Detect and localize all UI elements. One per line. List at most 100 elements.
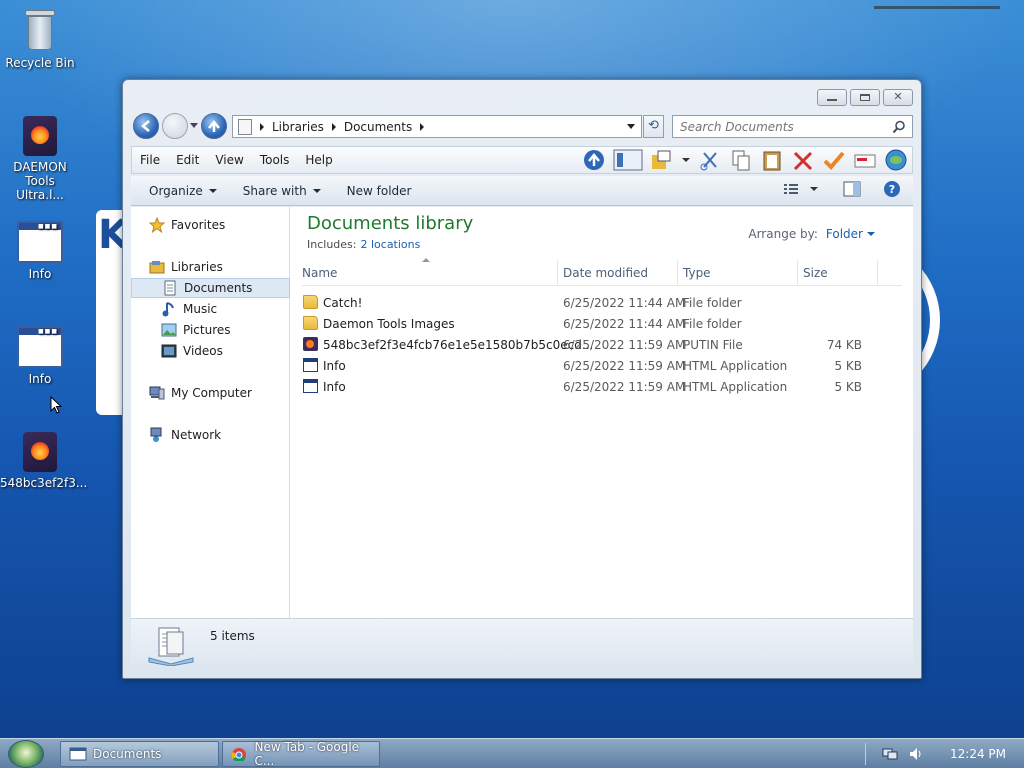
volume-icon[interactable] xyxy=(908,746,924,762)
globe-icon[interactable] xyxy=(884,149,908,171)
network-status-icon[interactable] xyxy=(882,746,898,762)
up-button[interactable] xyxy=(201,113,227,139)
breadcrumb: Libraries Documents xyxy=(252,116,432,137)
close-button[interactable]: ✕ xyxy=(883,89,913,106)
breadcrumb-libraries[interactable]: Libraries xyxy=(272,120,324,134)
refresh-button[interactable]: ⟲ xyxy=(643,115,664,138)
checkmark-icon[interactable] xyxy=(822,149,846,171)
chevron-right-icon[interactable] xyxy=(260,122,264,131)
nav-libraries[interactable]: Libraries xyxy=(131,257,290,277)
chevron-down-icon[interactable] xyxy=(867,232,875,236)
address-bar[interactable]: Libraries Documents xyxy=(232,115,642,138)
file-size: 5 KB xyxy=(834,380,862,394)
delete-icon[interactable] xyxy=(791,149,815,171)
taskbar-item-documents[interactable]: Documents xyxy=(60,741,219,767)
file-name: Info xyxy=(323,359,346,373)
preview-pane-icon[interactable] xyxy=(843,181,861,197)
arrange-by-label: Arrange by: xyxy=(748,227,818,241)
properties-icon[interactable] xyxy=(853,149,877,171)
menu-bar: File Edit View Tools Help xyxy=(131,146,913,174)
chevron-right-icon[interactable] xyxy=(420,122,425,131)
html-app-icon xyxy=(303,379,318,393)
file-type: PUTIN File xyxy=(683,338,743,352)
new-folder-button[interactable]: New folder xyxy=(339,184,420,198)
breadcrumb-documents[interactable]: Documents xyxy=(344,120,412,134)
command-bar: Organize Share with New folder ? xyxy=(131,176,913,206)
folders-pane-icon[interactable] xyxy=(613,149,643,171)
views-dropdown-icon[interactable] xyxy=(681,149,691,171)
maximize-button[interactable] xyxy=(850,89,880,106)
nav-documents[interactable]: Documents xyxy=(131,278,290,298)
column-name[interactable]: Name xyxy=(302,266,337,280)
forward-button[interactable] xyxy=(162,113,188,139)
up-folder-icon[interactable] xyxy=(582,149,606,171)
library-includes: Includes: 2 locations xyxy=(307,238,420,251)
file-row[interactable]: Catch! 6/25/2022 11:44 AM File folder xyxy=(302,292,902,313)
html-app-icon xyxy=(303,358,318,372)
mouse-cursor-icon xyxy=(50,396,63,414)
arrow-left-icon xyxy=(141,120,150,132)
desktop-icon-daemon-tools[interactable]: DAEMON Tools Ultra.l... xyxy=(0,116,80,202)
folder-options-icon[interactable] xyxy=(650,149,674,171)
help-icon[interactable]: ? xyxy=(883,180,901,198)
app-file-icon xyxy=(303,337,318,351)
menu-file[interactable]: File xyxy=(132,153,168,167)
html-app-icon: ■■■ xyxy=(17,221,63,263)
file-row[interactable]: Info 6/25/2022 11:59 AM HTML Application… xyxy=(302,355,902,376)
desktop-bar-decoration xyxy=(874,6,1000,9)
nav-pictures-label: Pictures xyxy=(183,323,231,337)
address-dropdown-icon[interactable] xyxy=(627,124,635,129)
file-date: 6/25/2022 11:59 AM xyxy=(563,359,686,373)
arrange-by-dropdown[interactable]: Folder xyxy=(826,227,863,241)
paste-icon[interactable] xyxy=(760,149,784,171)
recycle-bin-icon xyxy=(23,8,57,52)
view-list-icon[interactable] xyxy=(783,182,799,196)
start-button[interactable] xyxy=(8,740,44,768)
chevron-right-icon[interactable] xyxy=(331,122,336,131)
column-divider[interactable] xyxy=(677,260,678,286)
menu-help[interactable]: Help xyxy=(297,153,340,167)
chevron-down-icon[interactable] xyxy=(809,184,819,194)
nav-pictures[interactable]: Pictures xyxy=(131,320,290,340)
menu-view[interactable]: View xyxy=(207,153,251,167)
minimize-button[interactable] xyxy=(817,89,847,106)
desktop-icon-info-2[interactable]: ■■■ Info xyxy=(0,326,80,386)
nav-music[interactable]: Music xyxy=(131,299,290,319)
nav-videos[interactable]: Videos xyxy=(131,341,290,361)
menu-edit[interactable]: Edit xyxy=(168,153,207,167)
nav-network[interactable]: Network xyxy=(131,425,290,445)
explorer-window-icon xyxy=(69,747,87,761)
taskbar: Documents New Tab - Google C... 12:24 PM xyxy=(0,738,1024,768)
column-divider[interactable] xyxy=(797,260,798,286)
taskbar-item-chrome[interactable]: New Tab - Google C... xyxy=(222,740,380,768)
file-row[interactable]: 548bc3ef2f3e4fcb76e1e5e1580b7b5c0ecd... … xyxy=(302,334,902,355)
desktop-icon-label: Recycle Bin xyxy=(5,56,75,70)
includes-locations-link[interactable]: 2 locations xyxy=(360,238,420,251)
clock[interactable]: 12:24 PM xyxy=(950,747,1006,761)
search-icon[interactable] xyxy=(892,120,906,134)
search-input[interactable] xyxy=(673,119,883,134)
column-type[interactable]: Type xyxy=(683,266,711,280)
desktop-icon-recycle-bin[interactable]: Recycle Bin xyxy=(0,8,80,70)
desktop-icon-putin-file[interactable]: 548bc3ef2f3... xyxy=(0,432,87,490)
nav-favorites[interactable]: Favorites xyxy=(131,215,290,235)
column-divider[interactable] xyxy=(557,260,558,286)
file-row[interactable]: Info 6/25/2022 11:59 AM HTML Application… xyxy=(302,376,902,397)
nav-my-computer[interactable]: My Computer xyxy=(131,383,290,403)
file-date: 6/25/2022 11:59 AM xyxy=(563,380,686,394)
column-date-modified[interactable]: Date modified xyxy=(563,266,648,280)
column-divider[interactable] xyxy=(877,260,878,286)
file-row[interactable]: Daemon Tools Images 6/25/2022 11:44 AM F… xyxy=(302,313,902,334)
video-icon xyxy=(161,344,177,358)
copy-icon[interactable] xyxy=(729,149,753,171)
share-with-button[interactable]: Share with xyxy=(235,184,329,198)
desktop-icon-info-1[interactable]: ■■■ Info xyxy=(0,221,80,281)
chevron-down-icon xyxy=(312,188,321,193)
back-button[interactable] xyxy=(133,113,159,139)
column-size[interactable]: Size xyxy=(803,266,828,280)
menu-tools[interactable]: Tools xyxy=(252,153,298,167)
cut-icon[interactable] xyxy=(698,149,722,171)
organize-button[interactable]: Organize xyxy=(141,184,225,198)
recent-pages-dropdown[interactable] xyxy=(190,123,198,128)
system-tray: 12:24 PM xyxy=(865,739,1006,768)
